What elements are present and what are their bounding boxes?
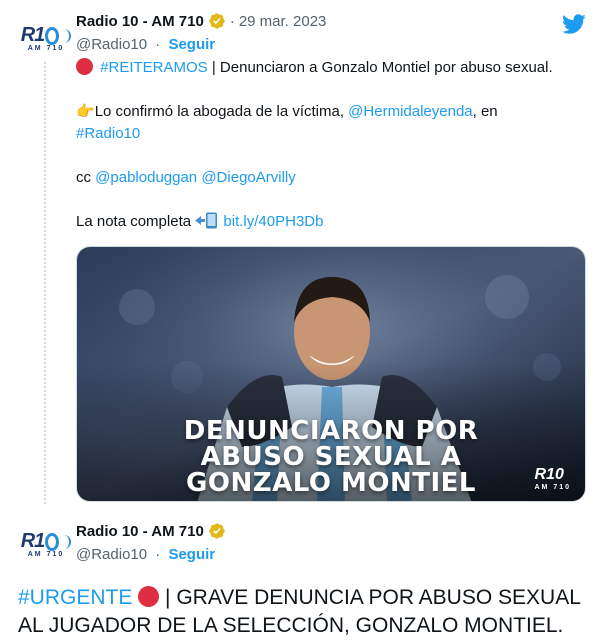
tweet-text: La nota completa <box>76 213 196 230</box>
pointing-hand-icon: 👉 <box>76 103 95 120</box>
tweet-line-5: La nota completa bit.ly/40PH3Db <box>76 212 586 232</box>
hashtag-link[interactable]: #Radio10 <box>76 125 140 142</box>
hashtag-link[interactable]: #REITERAMOS <box>100 59 208 76</box>
media-watermark-logo: R10 AM 710 <box>534 466 571 491</box>
account-handle[interactable]: @Radio10 <box>76 546 147 563</box>
tweet-line-3: #Radio10 <box>76 124 586 144</box>
handle-row: @Radio10 · Seguir <box>76 36 215 53</box>
twitter-bird-icon[interactable] <box>562 12 586 36</box>
tweet-line-1: #REITERAMOS | Denunciaron a Gonzalo Mont… <box>76 58 586 78</box>
radio10-logo: R1 <box>21 24 72 47</box>
mention-link[interactable]: @DiegoArvilly <box>201 169 295 186</box>
short-url-link[interactable]: bit.ly/40PH3Db <box>223 213 323 230</box>
verified-badge-icon <box>209 13 225 29</box>
tweet-header: Radio 10 - AM 710 <box>76 522 226 540</box>
media-caption-line: GONZALO MONTIEL <box>186 468 476 498</box>
tweet-quoted: R1 AM 710 Radio 10 - AM 710 · 29 mar. 20… <box>0 0 598 508</box>
follow-button[interactable]: Seguir <box>168 36 215 53</box>
mobile-phone-arrow-icon <box>195 212 218 229</box>
media-logo-sub: AM 710 <box>534 484 571 491</box>
avatar[interactable]: R1 AM 710 <box>18 14 74 62</box>
red-circle-icon <box>138 586 160 607</box>
follow-button[interactable]: Seguir <box>168 546 215 563</box>
separator-dot: · <box>229 12 235 30</box>
tweet-media-image[interactable]: DENUNCIARON POR ABUSO SEXUAL A GONZALO M… <box>76 246 586 502</box>
handle-row: @Radio10 · Seguir <box>76 546 215 563</box>
tweet-text: | Denunciaron a Gonzalo Montiel por abus… <box>207 59 553 76</box>
thread-line <box>44 62 46 504</box>
tweet-main: R1 AM 710 Radio 10 - AM 710 @Radio10 · S… <box>0 508 598 644</box>
avatar-subtitle: AM 710 <box>27 45 65 52</box>
tweet-header: Radio 10 - AM 710 · 29 mar. 2023 <box>76 12 326 30</box>
separator-dot: · <box>155 546 161 563</box>
tweet-text: cc <box>76 169 96 186</box>
account-name[interactable]: Radio 10 - AM 710 <box>76 523 204 540</box>
tweet-text-large: #URGENTE | GRAVE DENUNCIA POR ABUSO SEXU… <box>18 584 588 640</box>
tweet-date[interactable]: 29 mar. 2023 <box>239 13 327 30</box>
tweet-text: , en <box>472 103 498 120</box>
avatar[interactable]: R1 AM 710 <box>18 520 74 568</box>
hashtag-link[interactable]: #URGENTE <box>18 586 132 609</box>
separator-dot: · <box>155 36 161 53</box>
red-circle-icon <box>76 58 93 75</box>
radio10-logo: R1 <box>21 530 72 553</box>
account-handle[interactable]: @Radio10 <box>76 36 147 53</box>
avatar-subtitle: AM 710 <box>27 551 65 558</box>
tweet-text: AL JUGADOR DE LA SELECCIÓN, GONZALO MONT… <box>18 614 564 637</box>
account-name[interactable]: Radio 10 - AM 710 <box>76 13 204 30</box>
tweet-text: | GRAVE DENUNCIA POR ABUSO SEXUAL <box>159 586 581 609</box>
tweet-line-4: cc @pabloduggan @DiegoArvilly <box>76 168 586 188</box>
tweet-line-2: 👉Lo confirmó la abogada de la víctima, @… <box>76 102 586 122</box>
tweet-text: Lo confirmó la abogada de la víctima, <box>94 103 349 120</box>
mention-link[interactable]: @Hermidaleyenda <box>348 103 472 120</box>
verified-badge-icon <box>209 523 225 539</box>
mention-link[interactable]: @pabloduggan <box>95 169 197 186</box>
media-logo-text: R10 <box>534 466 564 483</box>
